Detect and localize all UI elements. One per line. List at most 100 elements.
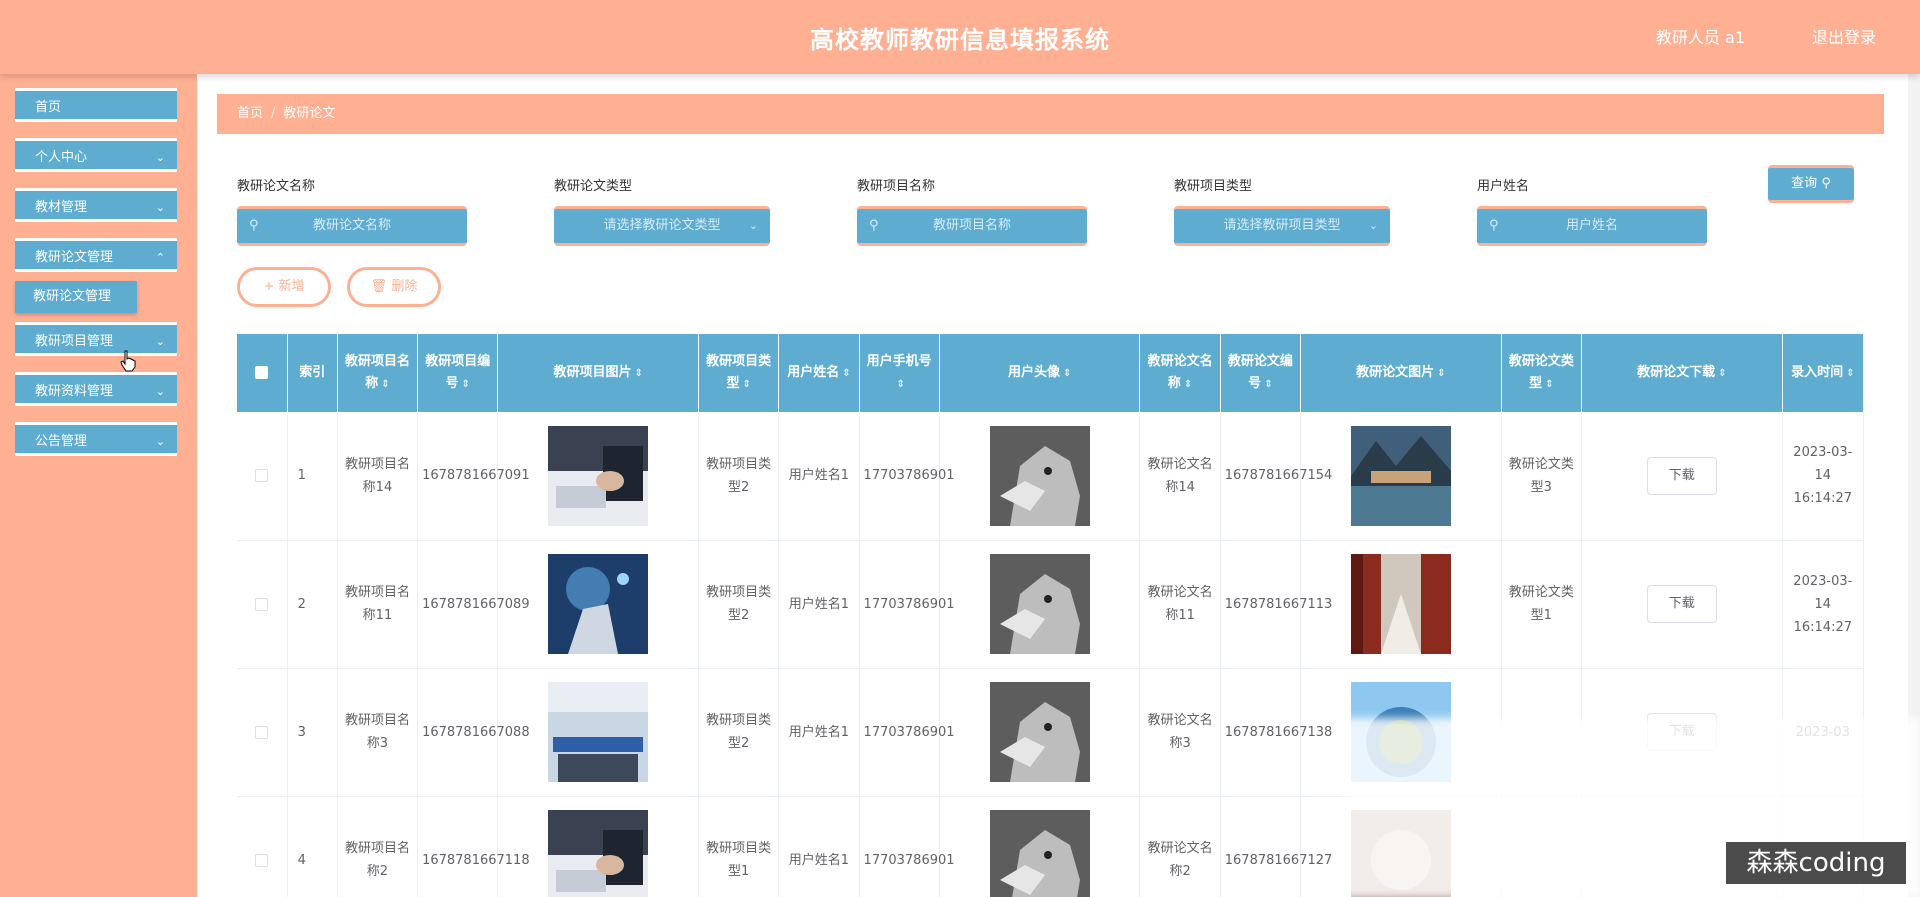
avatar[interactable] — [989, 810, 1090, 897]
column-label: 教研论文编号 — [1227, 353, 1293, 391]
column-header[interactable]: 用户头像 ⇕ — [939, 334, 1141, 412]
sort-icon[interactable]: ⇕ — [742, 379, 750, 390]
column-header[interactable]: 教研项目图片 ⇕ — [497, 334, 700, 412]
chevron-up-icon: ⌃ — [155, 251, 165, 264]
project-name-cell: 教研项目名称2 — [337, 796, 419, 897]
project-type-cell: 教研项目类型1 — [698, 796, 780, 897]
add-button-label: 新增 — [278, 279, 305, 294]
table-header-row: 索引 教研项目名称 ⇕ 教研项目编号 ⇕ 教研项目图片 ⇕ 教研项目类型 ⇕ 用户姓名 ⇕… — [237, 334, 1864, 412]
column-header[interactable]: 教研论文下载 ⇕ — [1581, 334, 1783, 412]
chevron-down-icon: ⌄ — [748, 219, 758, 232]
input-placeholder: 教研论文名称 — [312, 218, 391, 233]
column-header[interactable]: 教研项目类型 ⇕ — [698, 334, 780, 412]
select-all-cell — [237, 334, 288, 412]
download-button[interactable]: 下载 — [1646, 585, 1717, 623]
column-header[interactable]: 用户手机号 ⇕ — [859, 334, 940, 412]
column-header[interactable]: 教研论文编号 ⇕ — [1220, 334, 1302, 412]
project-type-select[interactable]: 请选择教研项目类型 ⌄ — [1174, 206, 1390, 246]
paper-no-cell: 1678781667154 — [1220, 412, 1332, 541]
sidebar-item-paper[interactable]: 教研论文管理 ⌃ — [15, 238, 177, 272]
select-placeholder: 请选择教研论文类型 — [603, 218, 721, 233]
row-checkbox[interactable] — [255, 853, 269, 867]
select-all-checkbox[interactable] — [255, 366, 269, 379]
sidebar-subitem-paper-manage[interactable]: 教研论文管理 — [15, 281, 137, 313]
delete-button[interactable]: 🗑 删除 — [347, 267, 441, 307]
column-header[interactable]: 教研论文类型 ⇕ — [1501, 334, 1582, 412]
breadcrumb-current: 教研论文 — [283, 106, 336, 121]
sidebar-item-personal-center[interactable]: 个人中心 ⌄ — [15, 138, 177, 172]
chevron-down-icon: ⌄ — [155, 435, 165, 448]
column-header[interactable]: 录入时间 ⇕ — [1782, 334, 1864, 412]
time-cell: 2023-03-14 16:14:27 — [1782, 540, 1864, 669]
column-label: 教研项目类型 — [706, 353, 772, 391]
user-name-input[interactable]: ⚲ 用户姓名 — [1477, 206, 1707, 246]
sidebar-item-project[interactable]: 教研项目管理 ⌄ — [15, 322, 177, 356]
breadcrumb-home[interactable]: 首页 — [237, 106, 263, 121]
paper-image[interactable] — [1350, 425, 1451, 526]
column-header[interactable]: 用户姓名 ⇕ — [778, 334, 860, 412]
project-image[interactable] — [548, 425, 649, 526]
user-name-cell: 用户姓名1 — [778, 796, 860, 897]
avatar[interactable] — [989, 682, 1090, 782]
chevron-down-icon: ⌄ — [155, 385, 165, 398]
trash-icon: 🗑 — [370, 279, 388, 294]
paper-name-cell: 教研论文名称2 — [1139, 796, 1221, 897]
column-header[interactable]: 教研论文图片 ⇕ — [1300, 334, 1502, 412]
sort-icon[interactable]: ⇕ — [381, 379, 389, 390]
project-image[interactable] — [548, 682, 649, 782]
sort-icon[interactable]: ⇕ — [1063, 368, 1071, 379]
paper-type-cell: 教研论文类型1 — [1501, 540, 1582, 669]
sidebar-item-textbook[interactable]: 教材管理 ⌄ — [15, 188, 177, 222]
column-header: 索引 — [287, 334, 338, 412]
sort-icon[interactable]: ⇕ — [1846, 368, 1854, 379]
project-image[interactable] — [548, 554, 649, 654]
row-select-cell — [237, 412, 288, 541]
sidebar-item-home[interactable]: 首页 — [15, 88, 177, 122]
user-name-cell: 用户姓名1 — [778, 412, 860, 541]
project-type-cell: 教研项目类型2 — [698, 540, 780, 669]
row-checkbox[interactable] — [255, 469, 269, 483]
sidebar-item-label: 公告管理 — [35, 434, 88, 449]
sort-icon[interactable]: ⇕ — [462, 379, 470, 390]
project-name-input[interactable]: ⚲ 教研项目名称 — [857, 206, 1087, 246]
chevron-down-icon: ⌄ — [155, 201, 165, 214]
sort-icon[interactable]: ⇕ — [1264, 379, 1272, 390]
download-button[interactable]: 下载 — [1646, 456, 1717, 495]
paper-image[interactable] — [1350, 554, 1451, 654]
row-checkbox[interactable] — [255, 725, 269, 739]
project-no-cell: 1678781667091 — [417, 412, 530, 541]
row-checkbox[interactable] — [255, 597, 269, 611]
sidebar-item-notice[interactable]: 公告管理 ⌄ — [15, 422, 177, 456]
paper-name-input[interactable]: ⚲ 教研论文名称 — [237, 206, 467, 246]
sort-icon[interactable]: ⇕ — [1545, 379, 1553, 390]
paper-no-cell: 1678781667113 — [1220, 540, 1332, 669]
app-title: 高校教师教研信息填报系统 — [810, 26, 1110, 54]
column-label: 用户头像 — [1007, 364, 1060, 380]
project-no-cell: 1678781667088 — [417, 668, 530, 797]
column-header[interactable]: 教研项目编号 ⇕ — [417, 334, 499, 412]
sort-icon[interactable]: ⇕ — [842, 368, 850, 379]
column-header[interactable]: 教研论文名称 ⇕ — [1139, 334, 1221, 412]
project-image[interactable] — [548, 810, 649, 897]
sidebar-item-material[interactable]: 教研资料管理 ⌄ — [15, 372, 177, 406]
paper-type-select[interactable]: 请选择教研论文类型 ⌄ — [554, 206, 770, 246]
sort-icon[interactable]: ⇕ — [634, 368, 642, 379]
avatar[interactable] — [989, 425, 1090, 526]
paper-no-cell: 1678781667127 — [1220, 796, 1332, 897]
logout-link[interactable]: 退出登录 — [1812, 24, 1876, 48]
avatar[interactable] — [989, 554, 1090, 654]
sort-icon[interactable]: ⇕ — [896, 379, 904, 390]
sidebar-item-label: 教研项目管理 — [35, 334, 114, 349]
sort-icon[interactable]: ⇕ — [1718, 368, 1726, 379]
phone-cell: 17703786901 — [859, 540, 955, 669]
column-header[interactable]: 教研项目名称 ⇕ — [337, 334, 419, 412]
search-button[interactable]: 查询 ⚲ — [1768, 165, 1854, 203]
sort-icon[interactable]: ⇕ — [1437, 368, 1445, 379]
phone-cell: 17703786901 — [859, 796, 955, 897]
index-cell: 2 — [287, 540, 338, 669]
input-placeholder: 用户姓名 — [1565, 218, 1618, 233]
project-name-cell: 教研项目名称3 — [337, 668, 419, 797]
sort-icon[interactable]: ⇕ — [1184, 379, 1192, 390]
filter-project-name: 教研项目名称 ⚲ 教研项目名称 — [857, 175, 1087, 246]
add-button[interactable]: + 新增 — [237, 267, 331, 307]
